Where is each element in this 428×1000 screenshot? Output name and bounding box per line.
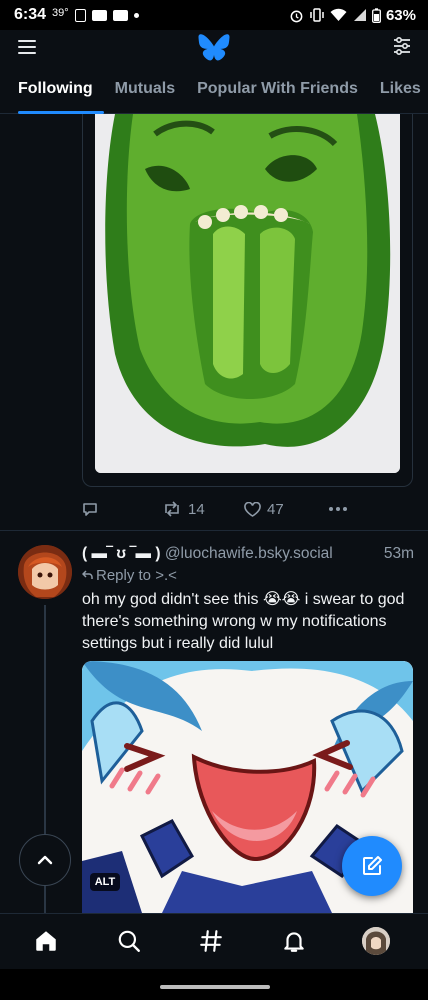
post-header: ( ▬‾ ʊ ‾▬ ) @luochawife.bsky.social 53m: [82, 545, 414, 567]
reply-button[interactable]: [82, 501, 162, 517]
nav-notifications[interactable]: [279, 926, 309, 956]
notifications-bell-icon: [284, 932, 304, 952]
repost-icon: [165, 501, 179, 517]
ellipsis-icon: [329, 507, 347, 511]
post-actions-bar: 14 47: [82, 498, 422, 520]
hashtag-icon: [200, 930, 222, 952]
feed-tabs: Following Mutuals Popular With Friends L…: [0, 74, 428, 114]
status-time: 6:34: [14, 6, 47, 23]
nav-feeds[interactable]: [196, 926, 226, 956]
tab-likes[interactable]: Likes: [369, 74, 428, 114]
like-button[interactable]: 47: [244, 501, 328, 518]
reply-arrow-icon: [81, 570, 93, 579]
post-timestamp[interactable]: 53m: [384, 545, 414, 563]
display-name[interactable]: ( ▬‾ ʊ ‾▬ ): [82, 545, 161, 562]
compose-pencil-icon: [363, 856, 382, 875]
status-bar: 6:34 39° 63%: [0, 0, 428, 30]
menu-icon[interactable]: [18, 40, 36, 54]
user-handle[interactable]: @luochawife.bsky.social: [165, 545, 333, 562]
tab-mutuals[interactable]: Mutuals: [104, 74, 186, 114]
status-temperature: 39°: [52, 7, 69, 19]
nav-home[interactable]: [31, 926, 61, 956]
pepper-photo: [95, 114, 400, 473]
quoted-post-embed[interactable]: [82, 114, 413, 487]
feed-settings-icon[interactable]: [392, 36, 412, 56]
nav-search[interactable]: [114, 926, 144, 956]
tab-following[interactable]: Following: [0, 74, 104, 114]
repost-button[interactable]: 14: [162, 501, 244, 518]
profile-avatar: [362, 927, 390, 955]
reply-bubble-icon: [83, 503, 97, 516]
like-count: 47: [267, 500, 284, 518]
more-notifications-dot-icon: [133, 12, 139, 18]
post-image-bell-pepper[interactable]: [95, 114, 400, 473]
avatar[interactable]: [18, 545, 72, 599]
app-notification-icon: [74, 8, 86, 22]
repost-count: 14: [188, 500, 205, 518]
bottom-navigation: [0, 913, 428, 969]
youtube-notification-icon: [91, 9, 107, 21]
nav-profile[interactable]: [361, 926, 391, 956]
avatar-image: [18, 545, 72, 599]
reply-to-label[interactable]: Reply to >.<: [81, 567, 177, 584]
battery-icon: [372, 7, 381, 23]
more-options-button[interactable]: [328, 506, 348, 512]
butterfly-logo-icon: [198, 34, 230, 61]
alt-text-badge[interactable]: ALT: [90, 873, 120, 891]
search-icon: [118, 930, 140, 952]
vibrate-icon: [310, 8, 324, 22]
signal-icon: [353, 9, 366, 21]
chevron-up-icon: [37, 855, 53, 865]
post-text: oh my god didn't see this 😭😭 i swear to …: [82, 591, 405, 652]
reply-to-text: Reply to >.<: [96, 567, 177, 584]
tab-popular-with-friends[interactable]: Popular With Friends: [186, 74, 369, 114]
feed[interactable]: 14 47 ( ▬‾ ʊ ‾▬ ) @luochawife.bsky.socia…: [0, 114, 428, 913]
scroll-to-top-button[interactable]: [19, 834, 71, 886]
gesture-navigation-bar[interactable]: [160, 985, 270, 989]
wifi-icon: [330, 8, 347, 21]
alarm-icon: [290, 10, 303, 22]
battery-percent: 63%: [385, 6, 416, 24]
home-icon: [36, 931, 56, 951]
youtube-notification-icon: [112, 9, 128, 21]
feed-header: Following Mutuals Popular With Friends L…: [0, 30, 428, 114]
heart-icon: [244, 501, 261, 517]
system-gesture-area: [0, 969, 428, 1000]
compose-post-button[interactable]: [342, 836, 402, 896]
